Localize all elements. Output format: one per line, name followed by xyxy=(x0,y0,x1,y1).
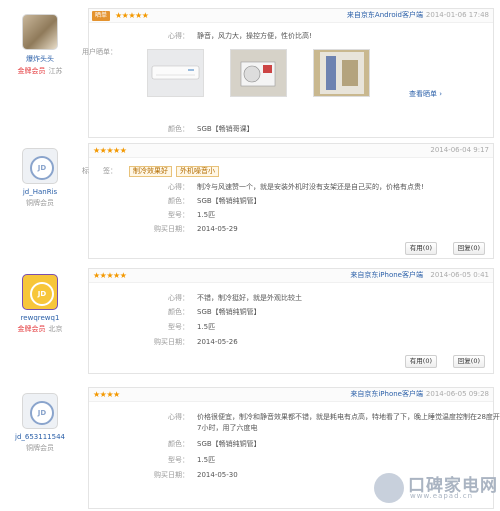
show-photo-badge: 晒单 xyxy=(92,11,111,21)
client-source-link[interactable]: 来自京东iPhone客户端 xyxy=(350,389,423,400)
user-info: 爆炸头头 金牌会员 江苏 xyxy=(0,14,80,76)
avatar[interactable] xyxy=(22,14,58,50)
client-source-link[interactable]: 来自京东iPhone客户端 xyxy=(350,270,423,281)
view-photos-link[interactable]: 查看晒单 › xyxy=(409,89,442,99)
jd-logo-icon: JD xyxy=(30,156,54,180)
client-source-link[interactable]: 来自京东Android客户端 xyxy=(347,10,423,21)
site-watermark: 口碑家电网 www.eapad.cn xyxy=(374,467,497,507)
product-model: 1.5匹 xyxy=(197,211,216,219)
product-color: SGB【畅销纯铜管】 xyxy=(197,308,261,316)
user-info: JD jd_653111544 铜牌会员 xyxy=(0,393,80,453)
purchase-date: 2014-05-30 xyxy=(197,471,238,479)
useful-button[interactable]: 有用(0) xyxy=(404,242,437,255)
product-color: SGB【畅销纯铜管】 xyxy=(197,197,261,205)
review-content: 晒单 ★★★★★ 来自京东Android客户端 2014-01-06 17:48… xyxy=(82,8,494,138)
review-photo-3[interactable] xyxy=(313,49,370,97)
tag-pill: 制冷效果好 xyxy=(129,166,172,177)
user-name[interactable]: rewqrewq1 xyxy=(0,314,80,322)
user-level: 铜牌会员 xyxy=(26,444,54,452)
watermark-url: www.eapad.cn xyxy=(410,492,474,500)
user-level: 铜牌会员 xyxy=(26,199,54,207)
user-level: 金牌会员 北京 xyxy=(17,325,63,333)
review-header: ★★★★ 来自京东iPhone客户端 2014-06-05 09:28 xyxy=(89,388,493,402)
jd-logo-icon: JD xyxy=(30,282,54,306)
review-text: 不错，制冷挺好，就是外观比较土 xyxy=(197,294,302,302)
rating-stars: ★★★★★ xyxy=(93,271,127,280)
review-header: ★★★★★ 来自京东iPhone客户端 2014-06-05 0:41 xyxy=(89,269,493,283)
review-text: 价格很便宜，制冷和静音效果都不错，就是耗电有点高，特地看了下，晚上睡觉温度控制在… xyxy=(197,413,500,421)
product-model: 1.5匹 xyxy=(197,456,216,464)
photo-gallery: 查看晒单 › xyxy=(147,49,487,99)
review-date: 2014-06-05 09:28 xyxy=(425,390,489,398)
avatar[interactable]: JD xyxy=(22,393,58,429)
avatar[interactable]: JD xyxy=(22,148,58,184)
review-photo-1[interactable] xyxy=(147,49,204,97)
avatar[interactable]: JD xyxy=(22,274,58,310)
rating-stars: ★★★★ xyxy=(93,390,120,399)
product-color: SGB【畅销哥课】 xyxy=(197,125,254,133)
purchase-date: 2014-05-26 xyxy=(197,338,238,346)
user-info: JD jd_HanRis 铜牌会员 xyxy=(0,148,80,208)
user-name[interactable]: jd_653111544 xyxy=(0,433,80,441)
user-name[interactable]: jd_HanRis xyxy=(0,188,80,196)
review-text-cont: 7小时，用了六度电 xyxy=(197,424,258,432)
product-model: 1.5匹 xyxy=(197,323,216,331)
review-text: 静音，风力大，操控方便，性价比高! xyxy=(197,32,312,40)
jd-logo-icon: JD xyxy=(30,401,54,425)
review-photo-2[interactable] xyxy=(230,49,287,97)
purchase-date: 2014-05-29 xyxy=(197,225,238,233)
user-level: 金牌会员 江苏 xyxy=(17,67,63,75)
review-date: 2014-01-06 17:48 xyxy=(425,11,489,19)
review-tags: 制冷效果好 外机噪音小 xyxy=(129,166,223,177)
product-color: SGB【畅销纯铜管】 xyxy=(197,440,261,448)
user-name[interactable]: 爆炸头头 xyxy=(0,54,80,64)
review-content: ★★★★★ 来自京东iPhone客户端 2014-06-05 0:41 心得： … xyxy=(88,268,494,374)
review-text: 制冷与风速赞一个，就是安装外机时没有支架还是自己买的，价格有点贵! xyxy=(197,183,424,191)
review-header: ★★★★★ 2014-06-04 9:17 xyxy=(89,144,493,158)
watermark-logo-icon xyxy=(374,473,404,503)
review-content: ★★★★★ 2014-06-04 9:17 标 签： 制冷效果好 外机噪音小 心得… xyxy=(82,143,494,259)
tag-pill: 外机噪音小 xyxy=(176,166,219,177)
reply-button[interactable]: 回复(0) xyxy=(452,355,485,368)
review-date: 2014-06-05 0:41 xyxy=(430,271,489,279)
reply-button[interactable]: 回复(0) xyxy=(452,242,485,255)
review-date: 2014-06-04 9:17 xyxy=(430,146,489,154)
rating-stars: ★★★★★ xyxy=(93,146,127,155)
useful-button[interactable]: 有用(0) xyxy=(404,355,437,368)
user-info: JD rewqrewq1 金牌会员 北京 xyxy=(0,274,80,334)
review-header: 晒单 ★★★★★ 来自京东Android客户端 2014-01-06 17:48 xyxy=(89,9,493,23)
rating-stars: ★★★★★ xyxy=(115,11,149,20)
